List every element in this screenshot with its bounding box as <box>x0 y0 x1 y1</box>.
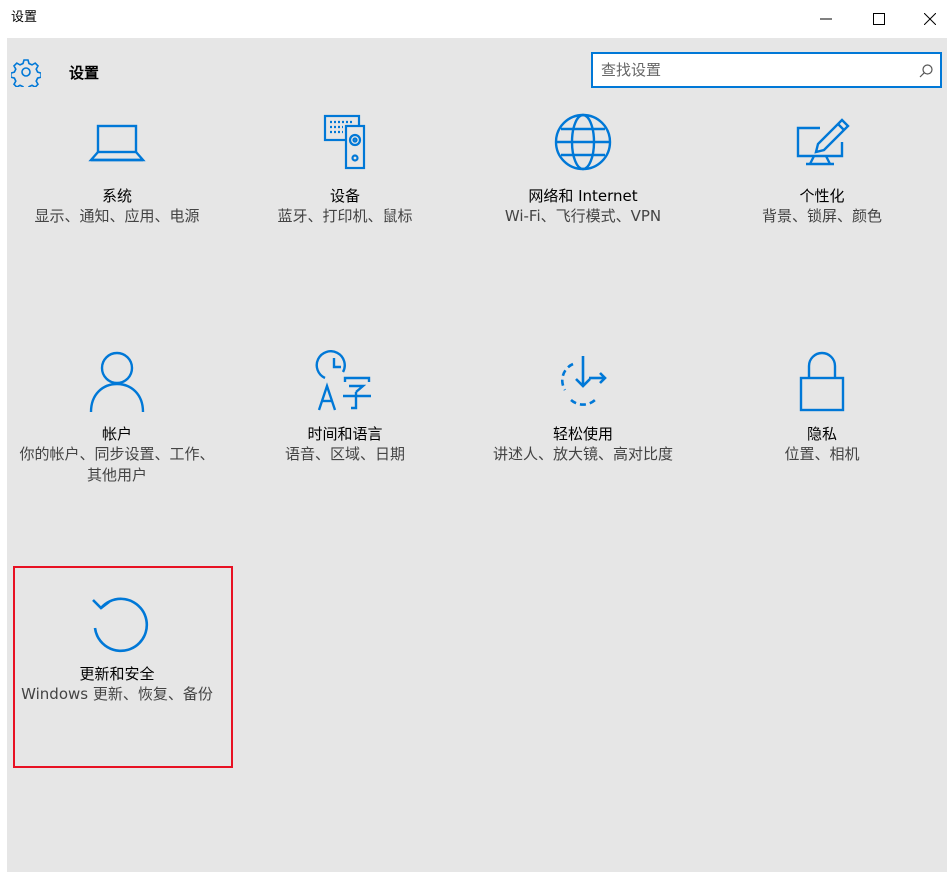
maximize-icon <box>872 13 885 25</box>
tile-description: 你的帐户、同步设置、工作、其他用户 <box>19 445 215 484</box>
tile-description: 蓝牙、打印机、鼠标 <box>277 207 413 225</box>
maximize-button[interactable] <box>856 0 901 38</box>
tile-privacy[interactable]: 隐私 位置、相机 <box>712 350 932 465</box>
tile-title: 个性化 <box>799 187 845 205</box>
tile-description: 背景、锁屏、颜色 <box>761 207 882 225</box>
tile-network[interactable]: 网络和 Internet Wi-Fi、飞行模式、VPN <box>473 112 693 227</box>
minimize-button[interactable] <box>803 0 848 38</box>
tile-accounts[interactable]: 帐户 你的帐户、同步设置、工作、其他用户 <box>7 350 227 486</box>
time-language-icon <box>315 350 371 411</box>
tile-description: 讲述人、放大镜、高对比度 <box>492 445 673 463</box>
minimize-icon <box>819 18 832 20</box>
window-title: 设置 <box>11 10 38 25</box>
tile-title: 帐户 <box>101 425 132 443</box>
tile-title: 系统 <box>101 187 132 205</box>
globe-icon <box>554 113 612 171</box>
tile-ease-of-access[interactable]: 轻松使用 讲述人、放大镜、高对比度 <box>473 350 693 465</box>
gear-icon <box>11 59 41 87</box>
search-box[interactable] <box>591 52 942 88</box>
search-icon[interactable] <box>918 63 934 79</box>
close-icon <box>923 13 936 25</box>
tile-title: 隐私 <box>806 425 837 443</box>
tile-devices[interactable]: 设备 蓝牙、打印机、鼠标 <box>235 112 455 227</box>
tile-description: 位置、相机 <box>784 445 860 463</box>
selection-highlight <box>13 566 233 768</box>
tile-personalization[interactable]: 个性化 背景、锁屏、颜色 <box>712 112 932 227</box>
devices-icon <box>323 114 366 170</box>
lock-icon <box>799 351 845 412</box>
tile-title: 设备 <box>329 187 360 205</box>
tile-system[interactable]: 系统 显示、通知、应用、电源 <box>7 112 227 227</box>
settings-header: 设置 <box>7 38 947 100</box>
page-title: 设置 <box>69 64 100 82</box>
tile-time-language[interactable]: 时间和语言 语音、区域、日期 <box>235 350 455 465</box>
tile-title: 时间和语言 <box>307 425 383 443</box>
title-bar[interactable]: 设置 <box>7 0 947 38</box>
person-icon <box>89 351 145 413</box>
close-button[interactable] <box>907 0 947 38</box>
laptop-icon <box>88 124 146 162</box>
ease-of-access-icon <box>560 356 607 406</box>
personalization-icon <box>796 118 850 166</box>
tile-description: 显示、通知、应用、电源 <box>34 207 200 225</box>
search-input[interactable] <box>601 54 901 86</box>
tile-description: Wi-Fi、飞行模式、VPN <box>504 207 662 225</box>
settings-window: 设置 设置 查找设置 系统 显示、通知、应用、电源 设备 蓝牙、打印机、鼠标 网… <box>7 0 947 872</box>
tile-description: 语音、区域、日期 <box>284 445 405 463</box>
tile-title: 网络和 Internet <box>528 187 638 205</box>
tile-title: 轻松使用 <box>552 425 613 443</box>
